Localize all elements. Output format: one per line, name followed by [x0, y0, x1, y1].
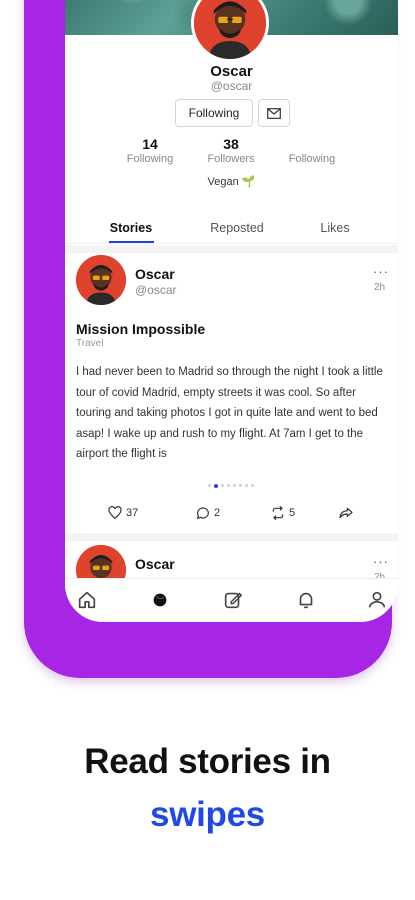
tab-stories[interactable]: Stories [91, 221, 171, 235]
avatar-illustration [76, 255, 126, 305]
message-button[interactable] [258, 99, 290, 127]
comment-icon [196, 507, 209, 520]
divider [65, 533, 398, 541]
repost-count: 5 [289, 507, 296, 519]
post-author-name[interactable]: Oscar [135, 266, 175, 282]
leaf-icon: 🌱 [241, 176, 256, 188]
heart-icon [108, 506, 122, 520]
profile-tag: Vegan 🌱 [65, 175, 398, 188]
tab-reposted[interactable]: Reposted [197, 221, 277, 235]
following-button[interactable]: Following [175, 99, 253, 127]
more-options-icon[interactable]: ··· [373, 264, 389, 279]
notifications-icon[interactable] [295, 589, 317, 611]
like-count: 37 [126, 507, 139, 519]
page-dot[interactable] [208, 484, 211, 487]
profile-handle: @oscar [210, 79, 253, 93]
post-time: 2h [374, 282, 386, 293]
repost-button[interactable]: 5 [270, 505, 295, 521]
home-icon[interactable] [76, 589, 98, 611]
comment-count: 2 [214, 507, 221, 519]
phone-frame: ✈ Oscar @oscar Following 14 [24, 0, 398, 678]
next-post-more-icon[interactable]: ··· [373, 554, 389, 569]
compose-icon[interactable] [222, 589, 244, 611]
discover-icon[interactable] [149, 589, 171, 611]
page-dot[interactable] [214, 483, 218, 488]
story-body[interactable]: I had never been to Madrid so through th… [76, 362, 388, 465]
stat-following-2[interactable]: Following [277, 136, 347, 165]
profile-avatar[interactable] [191, 0, 269, 62]
marketing-headline: Read stories in [84, 742, 331, 781]
marketing-highlight: swipes [150, 795, 265, 834]
post-author-handle: @oscar [135, 283, 177, 297]
page-dot[interactable] [233, 484, 236, 487]
share-icon [339, 507, 353, 519]
profile-icon[interactable] [366, 589, 388, 611]
share-button[interactable] [338, 505, 354, 521]
bottom-navigation [65, 578, 398, 622]
story-category: Travel [76, 338, 104, 349]
active-tab-indicator [109, 241, 154, 243]
profile-tabs: Stories Reposted Likes [65, 218, 398, 244]
stat-value: 38 [223, 136, 239, 152]
story-title[interactable]: Mission Impossible [76, 321, 205, 337]
page-dot[interactable] [245, 484, 248, 487]
divider [65, 245, 398, 253]
story-page-indicator [208, 483, 254, 488]
post-author-avatar[interactable] [76, 255, 126, 305]
next-post-author-name[interactable]: Oscar [135, 556, 175, 572]
comment-button[interactable]: 2 [195, 505, 220, 521]
avatar-illustration [194, 0, 266, 59]
stat-followers[interactable]: 38 Followers [196, 136, 266, 165]
tab-likes[interactable]: Likes [295, 221, 375, 235]
tag-label: Vegan [207, 176, 239, 188]
like-button[interactable]: 37 [107, 505, 138, 521]
page-dot[interactable] [251, 484, 254, 487]
mail-icon [267, 107, 281, 119]
stat-label: Followers [207, 153, 255, 165]
app-screen: ✈ Oscar @oscar Following 14 [65, 0, 398, 622]
page-dot[interactable] [239, 484, 242, 487]
repost-icon [272, 505, 284, 521]
stat-label: Following [126, 153, 174, 165]
page-dot[interactable] [227, 484, 230, 487]
stat-label: Following [288, 153, 336, 165]
stat-value: 14 [142, 136, 158, 152]
page-dot[interactable] [221, 484, 224, 487]
stat-following[interactable]: 14 Following [115, 136, 185, 165]
stat-value [277, 136, 347, 152]
profile-name: Oscar [210, 63, 253, 80]
